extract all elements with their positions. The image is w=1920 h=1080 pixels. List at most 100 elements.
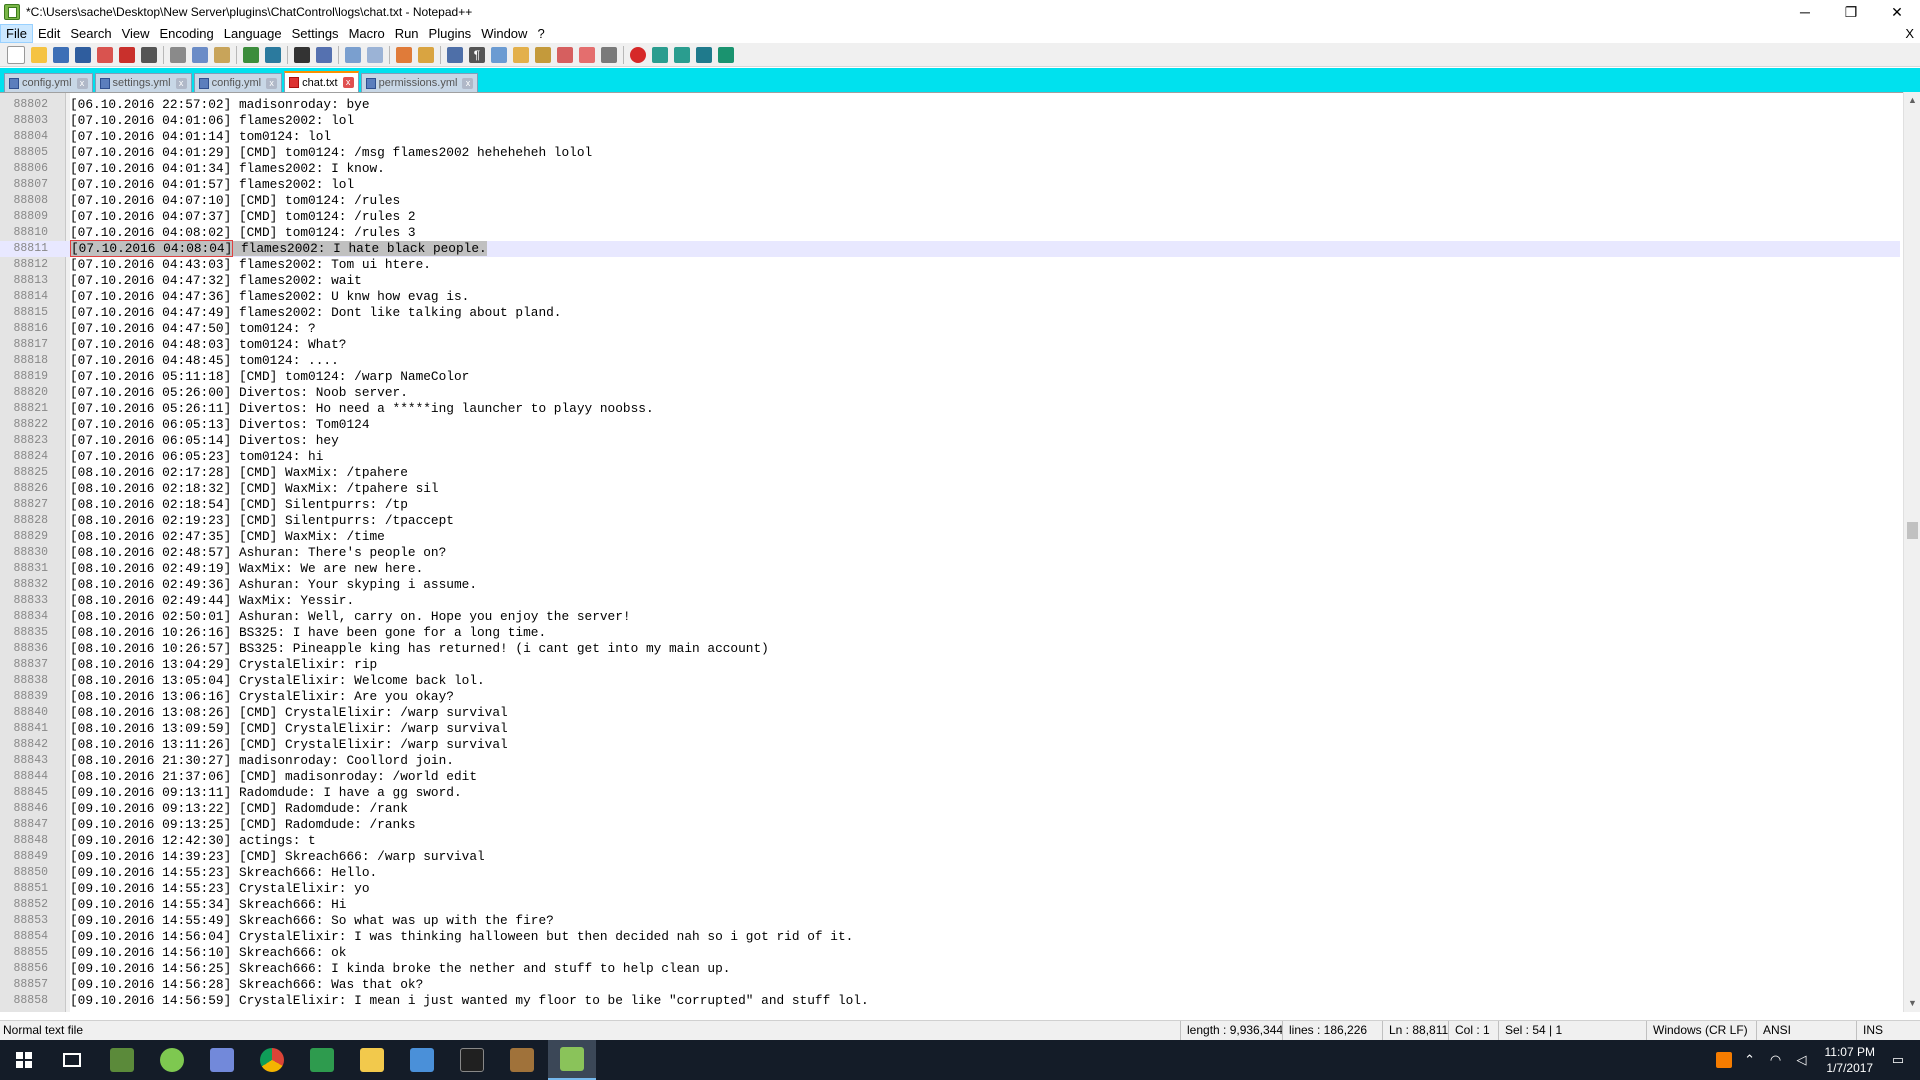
menu-window[interactable]: Window — [476, 24, 532, 43]
editor-line[interactable]: 88855 [09.10.2016 14:56:10] Skreach666: o… — [0, 945, 1900, 961]
menu-plugins[interactable]: Plugins — [424, 24, 477, 43]
status-insert-mode[interactable]: INS — [1856, 1021, 1920, 1040]
editor-line[interactable]: 88834 [08.10.2016 02:50:01] Ashuran: Well… — [0, 609, 1900, 625]
editor-line[interactable]: 88821 [07.10.2016 05:26:11] Divertos: Ho … — [0, 401, 1900, 417]
current-line[interactable]: 88811 [07.10.2016 04:08:04] flames2002: I… — [0, 240, 1900, 257]
start-button[interactable] — [0, 1040, 48, 1080]
editor-line[interactable]: 88832 [08.10.2016 02:49:36] Ashuran: Your… — [0, 577, 1900, 593]
notification-app-icon[interactable] — [1715, 1052, 1732, 1068]
replace-icon[interactable] — [316, 46, 332, 63]
editor-line[interactable]: 88840 [08.10.2016 13:08:26] [CMD] Crystal… — [0, 705, 1900, 721]
open-file-icon[interactable] — [31, 46, 47, 63]
editor-line[interactable]: 88808 [07.10.2016 04:07:10] [CMD] tom0124… — [0, 193, 1900, 209]
taskbar-green-app[interactable] — [298, 1040, 346, 1080]
menu-language[interactable]: Language — [219, 24, 287, 43]
taskbar-launcher[interactable] — [148, 1040, 196, 1080]
editor-line[interactable]: 88802 [06.10.2016 22:57:02] madisonroday:… — [0, 97, 1900, 113]
editor-line[interactable]: 88804 [07.10.2016 04:01:14] tom0124: lol — [0, 129, 1900, 145]
editor-line[interactable]: 88829 [08.10.2016 02:47:35] [CMD] WaxMix:… — [0, 529, 1900, 545]
sync-vertical-icon[interactable] — [396, 46, 412, 63]
editor-line[interactable]: 88807 [07.10.2016 04:01:57] flames2002: l… — [0, 177, 1900, 193]
editor-line[interactable]: 88842 [08.10.2016 13:11:26] [CMD] Crystal… — [0, 737, 1900, 753]
editor-line[interactable]: 88856 [09.10.2016 14:56:25] Skreach666: I… — [0, 961, 1900, 977]
action-center-icon[interactable]: ▭ — [1890, 1052, 1906, 1068]
close-tab-icon[interactable]: x — [462, 77, 474, 89]
editor-line[interactable]: 88857 [09.10.2016 14:56:28] Skreach666: W… — [0, 977, 1900, 993]
stop-macro-icon[interactable] — [652, 46, 668, 63]
tab-permissions-yml[interactable]: permissions.yml x — [360, 73, 479, 92]
vertical-scrollbar[interactable]: ▲ ▼ — [1903, 92, 1920, 1012]
editor-line[interactable]: 88845 [09.10.2016 09:13:11] Radomdude: I … — [0, 785, 1900, 801]
zoom-out-icon[interactable] — [367, 46, 383, 63]
folder-as-workspace-icon[interactable] — [579, 46, 595, 63]
editor-line[interactable]: 88833 [08.10.2016 02:49:44] WaxMix: Yessi… — [0, 593, 1900, 609]
wifi-icon[interactable]: ◠ — [1768, 1052, 1784, 1068]
scrollbar-thumb[interactable] — [1907, 522, 1918, 539]
editor-line[interactable]: 88841 [08.10.2016 13:09:59] [CMD] Crystal… — [0, 721, 1900, 737]
editor-line[interactable]: 88812 [07.10.2016 04:43:03] flames2002: T… — [0, 257, 1900, 273]
restore-button[interactable]: ❐ — [1828, 0, 1874, 24]
cut-icon[interactable] — [170, 46, 186, 63]
editor-line[interactable]: 88825 [08.10.2016 02:17:28] [CMD] WaxMix:… — [0, 465, 1900, 481]
editor-line[interactable]: 88852 [09.10.2016 14:55:34] Skreach666: H… — [0, 897, 1900, 913]
show-all-characters-icon[interactable]: ¶ — [469, 46, 485, 63]
editor-line[interactable]: 88818 [07.10.2016 04:48:45] tom0124: .... — [0, 353, 1900, 369]
close-all-icon[interactable] — [119, 46, 135, 63]
menu-settings[interactable]: Settings — [287, 24, 344, 43]
taskbar-terminal[interactable] — [448, 1040, 496, 1080]
editor-line[interactable]: 88838 [08.10.2016 13:05:04] CrystalElixir… — [0, 673, 1900, 689]
menu-encoding[interactable]: Encoding — [155, 24, 219, 43]
editor-line[interactable]: 88836 [08.10.2016 10:26:57] BS325: Pineap… — [0, 641, 1900, 657]
minimize-button[interactable]: ─ — [1782, 0, 1828, 24]
editor-line[interactable]: 88839 [08.10.2016 13:06:16] CrystalElixir… — [0, 689, 1900, 705]
editor-line[interactable]: 88828 [08.10.2016 02:19:23] [CMD] Silentp… — [0, 513, 1900, 529]
menu-search[interactable]: Search — [65, 24, 116, 43]
tab-config-yml[interactable]: config.yml x — [4, 73, 93, 92]
close-tab-icon[interactable]: x — [266, 77, 278, 89]
menu-help[interactable]: ? — [532, 24, 549, 43]
taskbar-notepad-plus-plus[interactable] — [548, 1040, 596, 1080]
indent-guide-icon[interactable] — [491, 46, 507, 63]
record-macro-icon[interactable] — [630, 46, 646, 63]
editor-line[interactable]: 88831 [08.10.2016 02:49:19] WaxMix: We ar… — [0, 561, 1900, 577]
text-editor[interactable]: 88802 [06.10.2016 22:57:02] madisonroday:… — [0, 92, 1920, 1012]
zoom-in-icon[interactable] — [345, 46, 361, 63]
editor-line[interactable]: 88803 [07.10.2016 04:01:06] flames2002: l… — [0, 113, 1900, 129]
editor-line[interactable]: 88848 [09.10.2016 12:42:30] actings: t — [0, 833, 1900, 849]
editor-line[interactable]: 88846 [09.10.2016 09:13:22] [CMD] Radomdu… — [0, 801, 1900, 817]
close-tab-icon[interactable]: x — [342, 77, 354, 88]
close-file-icon[interactable] — [97, 46, 113, 63]
editor-line[interactable]: 88805 [07.10.2016 04:01:29] [CMD] tom0124… — [0, 145, 1900, 161]
taskbar-package-app[interactable] — [498, 1040, 546, 1080]
editor-line[interactable]: 88830 [08.10.2016 02:48:57] Ashuran: Ther… — [0, 545, 1900, 561]
menu-run[interactable]: Run — [390, 24, 424, 43]
editor-line[interactable]: 88815 [07.10.2016 04:47:49] flames2002: D… — [0, 305, 1900, 321]
tab-config-yml-2[interactable]: config.yml x — [193, 73, 283, 92]
editor-line[interactable]: 88853 [09.10.2016 14:55:49] Skreach666: S… — [0, 913, 1900, 929]
user-language-icon[interactable] — [513, 46, 529, 63]
editor-line[interactable]: 88816 [07.10.2016 04:47:50] tom0124: ? — [0, 321, 1900, 337]
menu-view[interactable]: View — [117, 24, 155, 43]
menu-file[interactable]: File — [0, 24, 33, 43]
editor-line[interactable]: 88823 [07.10.2016 06:05:14] Divertos: hey — [0, 433, 1900, 449]
editor-line[interactable]: 88854 [09.10.2016 14:56:04] CrystalElixir… — [0, 929, 1900, 945]
paste-icon[interactable] — [214, 46, 230, 63]
copy-icon[interactable] — [192, 46, 208, 63]
menu-edit[interactable]: Edit — [33, 24, 65, 43]
task-view-button[interactable] — [48, 1040, 96, 1080]
editor-line[interactable]: 88850 [09.10.2016 14:55:23] Skreach666: H… — [0, 865, 1900, 881]
menu-macro[interactable]: Macro — [344, 24, 390, 43]
taskbar-discord[interactable] — [198, 1040, 246, 1080]
editor-line[interactable]: 88843 [08.10.2016 21:30:27] madisonroday:… — [0, 753, 1900, 769]
save-all-icon[interactable] — [75, 46, 91, 63]
editor-line[interactable]: 88837 [08.10.2016 13:04:29] CrystalElixir… — [0, 657, 1900, 673]
redo-icon[interactable] — [265, 46, 281, 63]
editor-line[interactable]: 88849 [09.10.2016 14:39:23] [CMD] Skreach… — [0, 849, 1900, 865]
find-icon[interactable] — [294, 46, 310, 63]
new-file-icon[interactable] — [7, 45, 25, 64]
editor-line[interactable]: 88858 [09.10.2016 14:56:59] CrystalElixir… — [0, 993, 1900, 1009]
taskbar-network-app[interactable] — [398, 1040, 446, 1080]
system-clock[interactable]: 11:07 PM 1/7/2017 — [1825, 1044, 1875, 1076]
word-wrap-icon[interactable] — [447, 46, 463, 63]
monitoring-icon[interactable] — [601, 46, 617, 63]
